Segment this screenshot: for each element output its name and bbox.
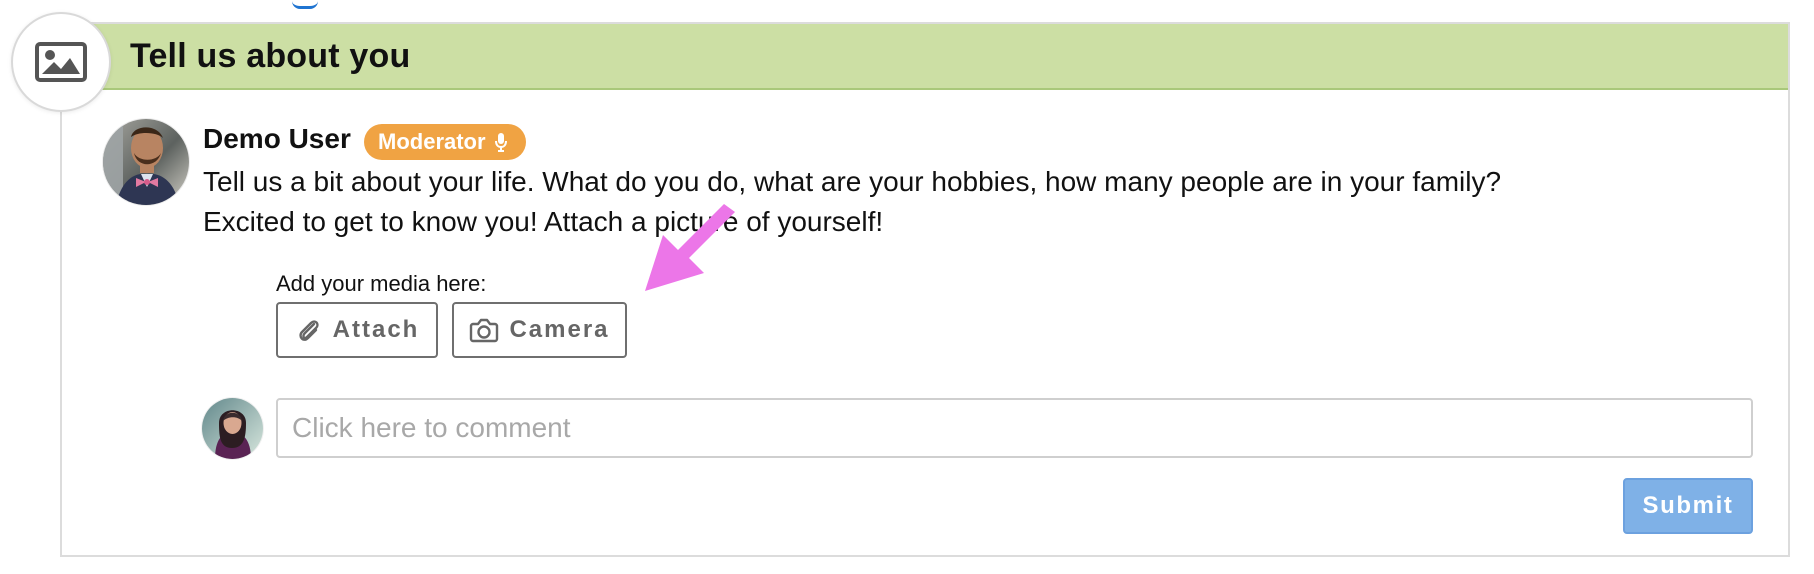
image-icon (35, 42, 87, 82)
microphone-icon (494, 132, 508, 152)
attach-button-label: Attach (332, 316, 420, 343)
camera-icon (469, 317, 499, 343)
comment-input[interactable] (276, 398, 1753, 458)
pink-arrow-icon (645, 204, 735, 291)
author-avatar (103, 119, 189, 205)
section-title: Tell us about you (130, 37, 411, 75)
author-avatar-image (103, 119, 189, 205)
moderator-badge: Moderator (364, 124, 526, 160)
camera-button[interactable]: Camera (452, 302, 627, 358)
camera-button-label: Camera (509, 316, 610, 343)
section-header: Tell us about you (62, 24, 1788, 90)
top-link-fragment (292, 0, 318, 9)
author-name: Demo User (203, 123, 351, 154)
post-card: Tell us about you Demo User Moderator Te… (60, 22, 1790, 557)
paperclip-icon (295, 316, 323, 344)
post-text-line-2: Excited to get to know you! Attach a pic… (203, 206, 884, 237)
commenter-avatar (202, 398, 263, 459)
attach-button[interactable]: Attach (276, 302, 438, 358)
submit-button[interactable]: Submit (1623, 478, 1753, 534)
image-icon-circle (11, 12, 111, 112)
post-text-line-1: Tell us a bit about your life. What do y… (203, 166, 1502, 197)
moderator-badge-label: Moderator (378, 129, 486, 154)
commenter-avatar-image (202, 398, 263, 459)
post-body: Tell us a bit about your life. What do y… (203, 162, 1703, 242)
media-label: Add your media here: (276, 271, 487, 296)
